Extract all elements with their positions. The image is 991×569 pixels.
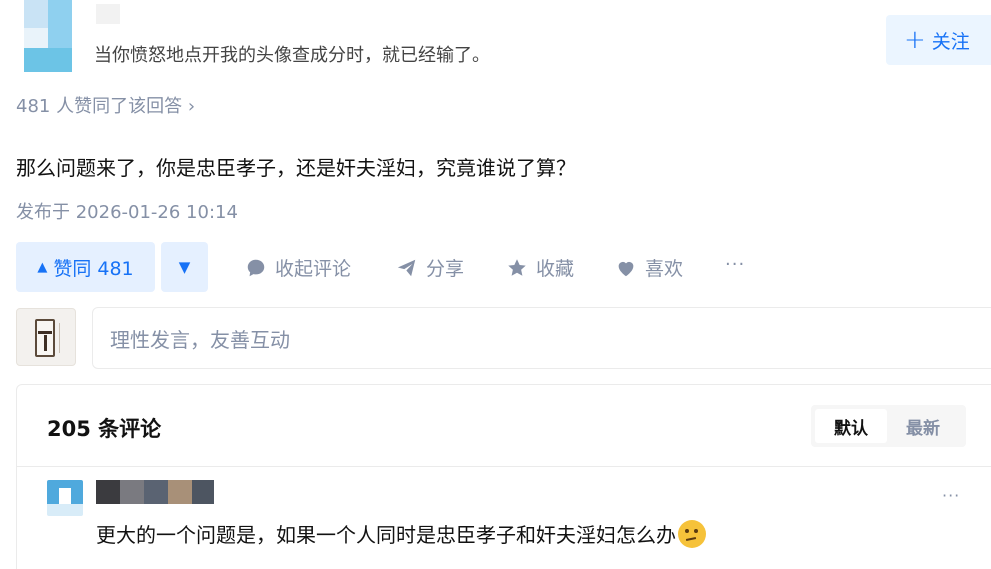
paper-plane-icon [397, 259, 416, 276]
comment-bubble-icon [247, 259, 265, 276]
author-name-redacted[interactable] [96, 4, 120, 24]
chevron-right-icon: › [187, 96, 196, 117]
author-avatar[interactable] [24, 0, 72, 72]
follow-label: 关注 [931, 30, 970, 53]
favorite-button[interactable]: 收藏 [506, 254, 574, 281]
like-button[interactable]: 喜欢 [615, 254, 683, 281]
commenter-name-redacted[interactable] [96, 480, 214, 504]
thinking-face-emoji-icon [678, 519, 706, 548]
published-time: 发布于 2026-01-26 10:14 [16, 202, 238, 223]
commenter-avatar[interactable] [47, 480, 83, 516]
more-actions-button[interactable]: ··· [725, 254, 745, 275]
follow-button[interactable]: + 关注 [886, 15, 991, 65]
comments-count: 205 条评论 [47, 417, 162, 441]
comment-text-content: 更大的一个问题是，如果一个人同时是忠臣孝子和奸夫淫妇怎么办 [96, 523, 676, 547]
heart-icon [618, 261, 634, 276]
answer-content: 那么问题来了，你是忠臣孝子，还是奸夫淫妇，究竟谁说了算？ [16, 156, 576, 180]
voters-text: 481 人赞同了该回答 [16, 96, 183, 117]
sort-default-button[interactable]: 默认 [815, 409, 887, 443]
collapse-comments-label: 收起评论 [275, 258, 352, 280]
comment-text: 更大的一个问题是，如果一个人同时是忠臣孝子和奸夫淫妇怎么办 [96, 519, 706, 548]
comment-input[interactable]: 理性发言，友善互动 [92, 307, 991, 369]
current-user-avatar[interactable] [16, 308, 76, 366]
plus-icon: + [904, 25, 926, 55]
downvote-button[interactable]: ▼ [161, 242, 208, 292]
triangle-up-icon: ▲ [37, 259, 48, 275]
comment-sort-switch: 默认 最新 [811, 405, 966, 447]
triangle-down-icon: ▼ [178, 258, 191, 276]
share-label: 分享 [426, 258, 465, 280]
comment-input-placeholder: 理性发言，友善互动 [110, 327, 290, 352]
upvote-button[interactable]: ▲ 赞同 481 [16, 242, 155, 292]
star-icon [508, 258, 526, 276]
divider [17, 466, 991, 467]
voters-link[interactable]: 481 人赞同了该回答 › [16, 92, 195, 118]
upvote-label: 赞同 481 [53, 257, 134, 280]
collapse-comments-button[interactable]: 收起评论 [245, 254, 351, 281]
share-button[interactable]: 分享 [396, 254, 464, 281]
favorite-label: 收藏 [536, 258, 575, 280]
like-label: 喜欢 [645, 258, 684, 280]
sort-latest-button[interactable]: 最新 [887, 409, 959, 443]
author-bio: 当你愤怒地点开我的头像查成分时，就已经输了。 [94, 45, 490, 66]
comment-more-button[interactable]: ··· [942, 486, 960, 505]
